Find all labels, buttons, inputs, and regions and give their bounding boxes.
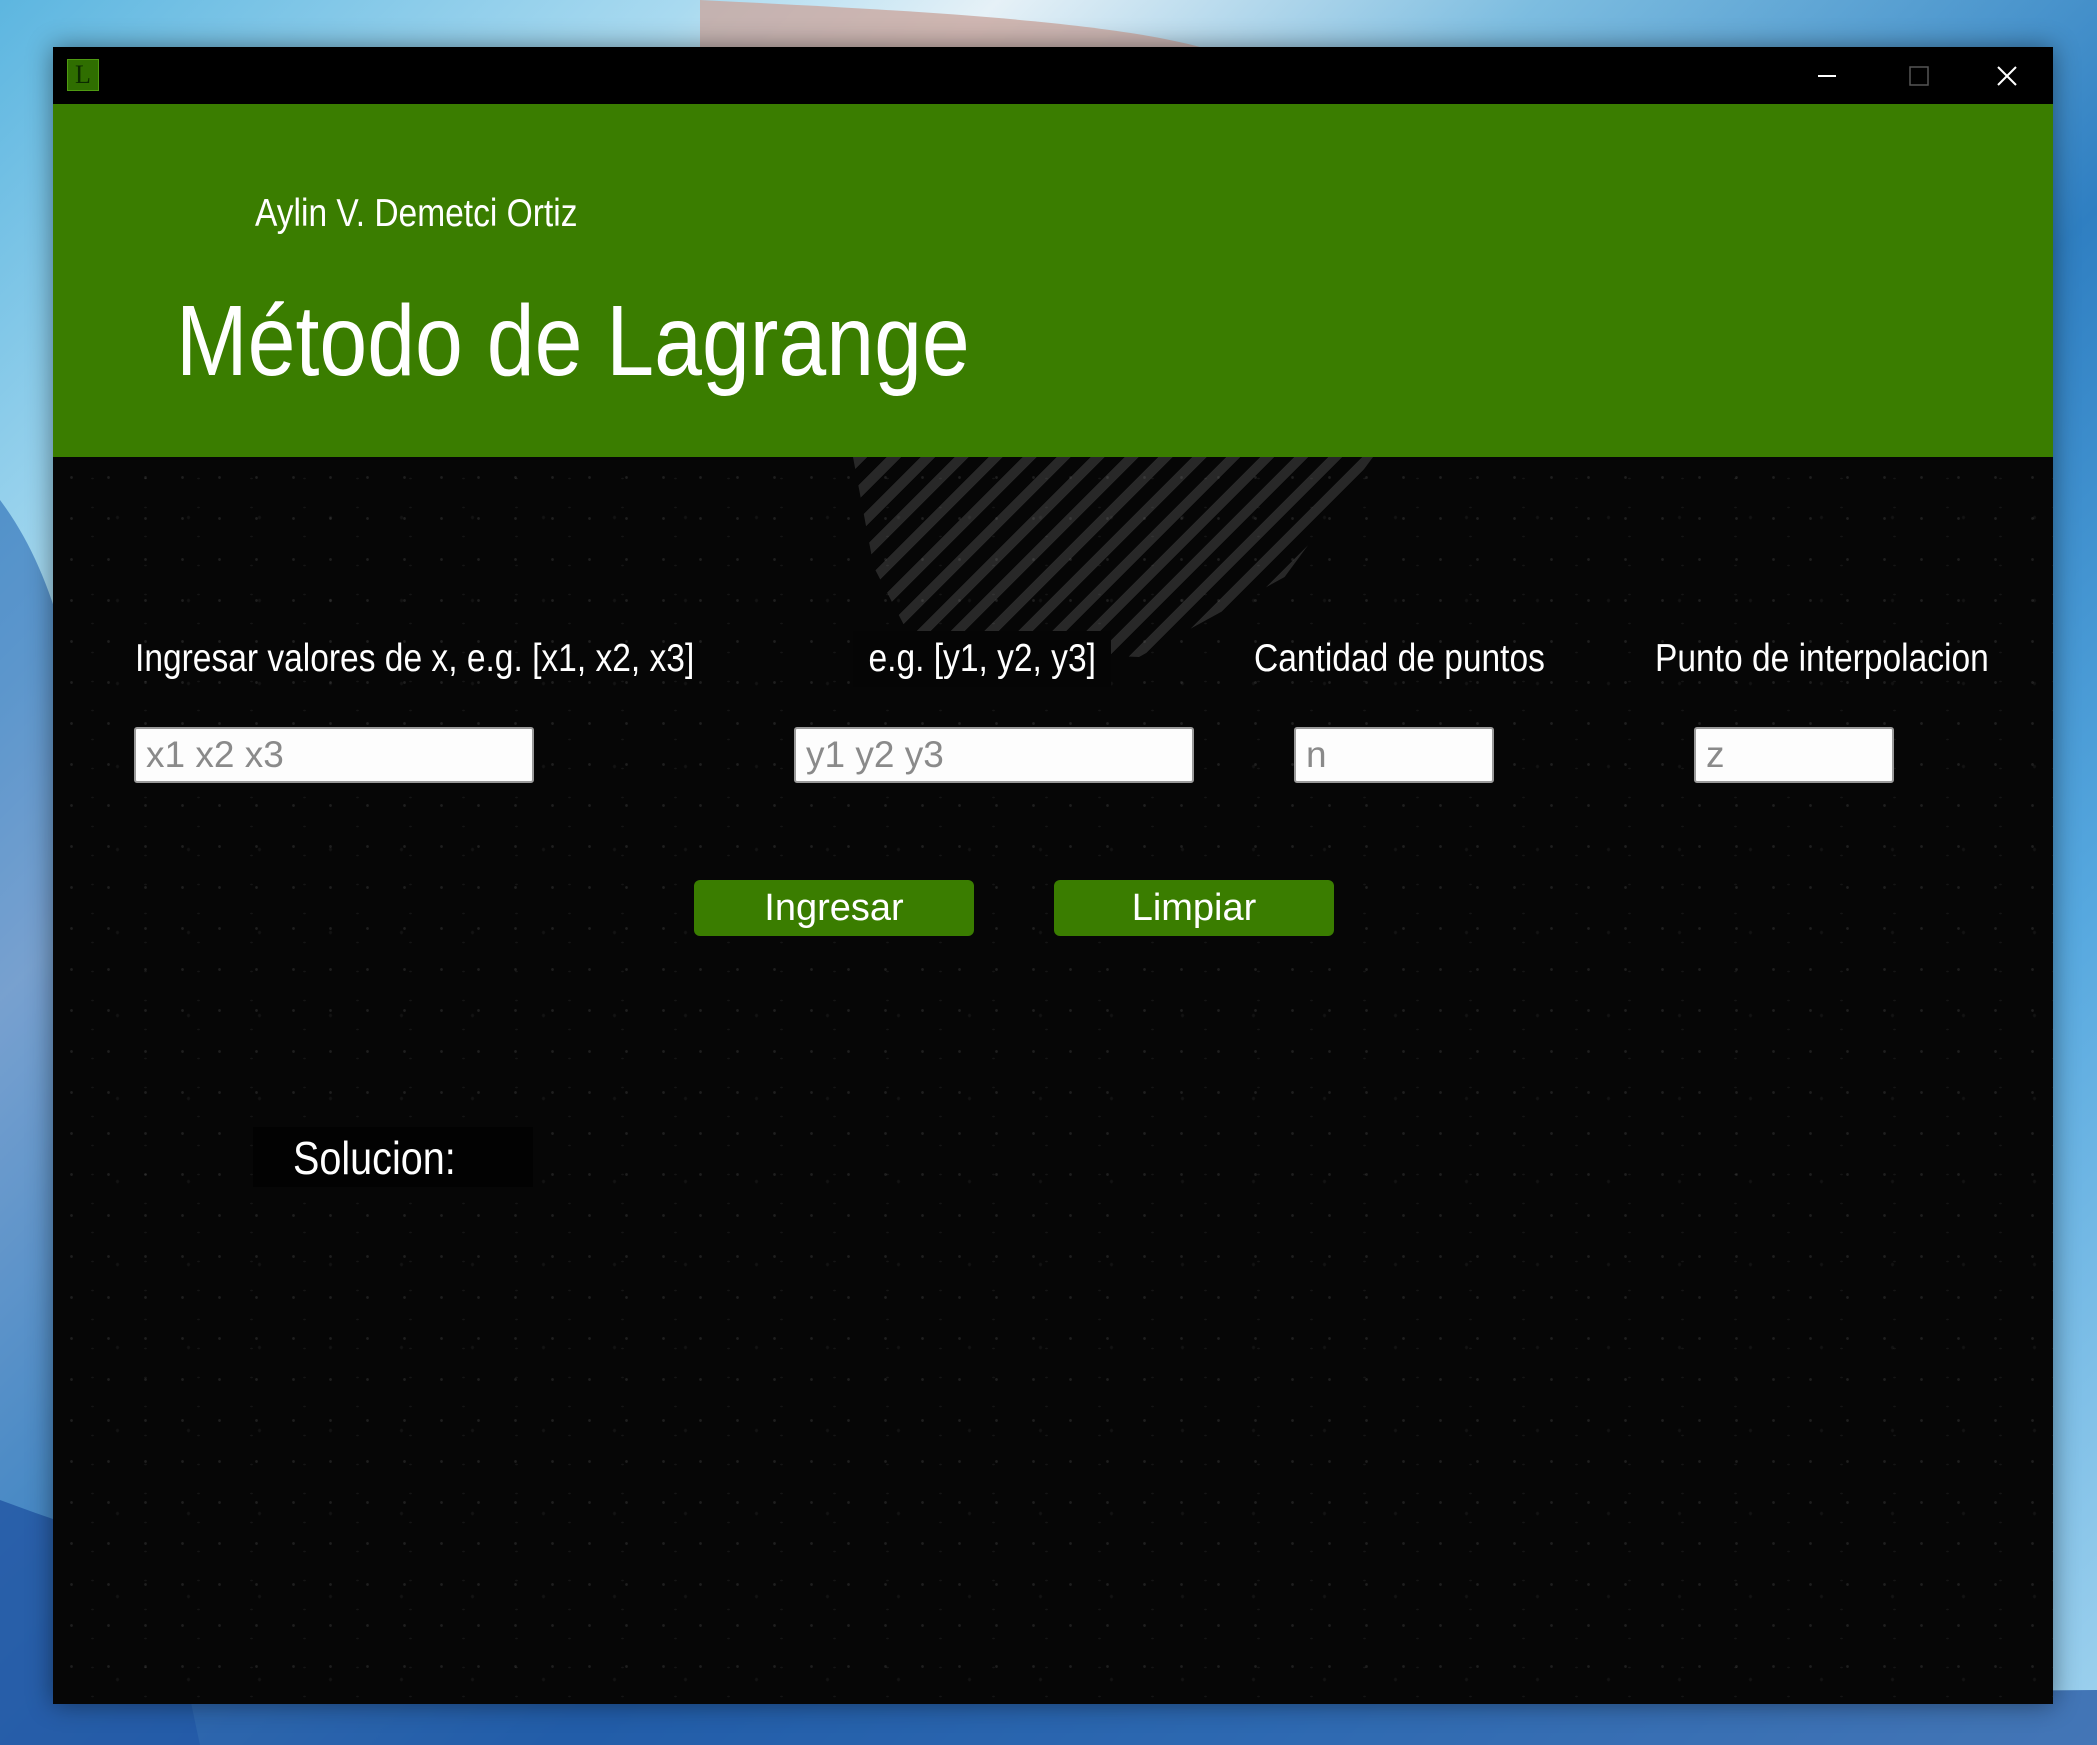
x-values-label: Ingresar valores de x, e.g. [x1, x2, x3] [135,637,695,680]
app-icon: L [67,59,99,91]
y-values-label: e.g. [y1, y2, y3] [853,631,1112,687]
maximize-button[interactable] [1873,47,1965,104]
close-button[interactable] [1961,47,2053,104]
minimize-icon [1818,74,1836,77]
minimize-button[interactable] [1781,47,1873,104]
point-count-input[interactable] [1294,727,1494,783]
solution-box: Solucion: [253,1127,533,1187]
ingresar-button[interactable]: Ingresar [694,880,974,936]
solution-label: Solucion: [293,1132,456,1184]
app-window: L Aylin V. Demetci Ortiz Método de Lagra… [53,47,2053,1704]
close-icon [1997,65,2017,86]
author-name: Aylin V. Demetci Ortiz [255,192,578,235]
interpolation-point-label: Punto de interpolacion [1655,637,1989,680]
maximize-icon [1909,65,1929,86]
x-values-input[interactable] [134,727,534,783]
page-title: Método de Lagrange [176,285,970,397]
y-values-input[interactable] [794,727,1194,783]
title-bar: L [53,47,2053,104]
header-banner: Aylin V. Demetci Ortiz Método de Lagrang… [53,104,2053,457]
point-count-label: Cantidad de puntos [1254,637,1545,680]
main-panel: Ingresar valores de x, e.g. [x1, x2, x3]… [53,457,2053,1704]
striped-decoration [853,457,1373,657]
interpolation-point-input[interactable] [1694,727,1894,783]
limpiar-button[interactable]: Limpiar [1054,880,1334,936]
